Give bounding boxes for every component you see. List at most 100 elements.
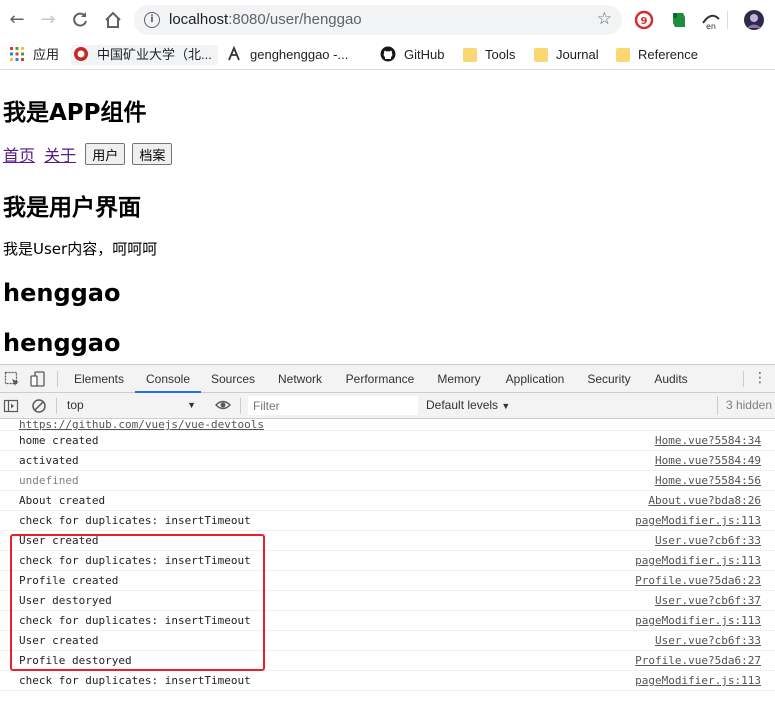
app-heading: 我是APP组件 <box>3 100 147 126</box>
tab-network[interactable]: Network <box>268 365 332 393</box>
sidebar-toggle-icon[interactable] <box>3 398 19 414</box>
console-output[interactable]: https://github.com/vuejs/vue-devtools ho… <box>0 419 775 701</box>
log-source-link[interactable]: pageModifier.js:113 <box>635 615 761 627</box>
log-source-link[interactable]: pageModifier.js:113 <box>635 675 761 687</box>
back-arrow-icon[interactable]: ← <box>5 8 29 32</box>
home-icon[interactable] <box>101 8 125 32</box>
tab-security[interactable]: Security <box>580 365 638 393</box>
bookmark-apps[interactable]: 应用 <box>9 45 59 65</box>
profile-avatar[interactable] <box>743 9 765 31</box>
profile-button[interactable]: 档案 <box>132 143 173 165</box>
bookmark-star-icon[interactable]: ☆ <box>597 9 612 29</box>
tab-application[interactable]: Application <box>496 365 574 393</box>
bookmark-tools-folder[interactable]: Tools <box>463 45 515 65</box>
extension-translate-icon[interactable]: en <box>700 9 722 31</box>
log-source-link[interactable]: pageModifier.js:113 <box>635 555 761 567</box>
web-page: 我是APP组件 首页 关于 用户 档案 我是用户界面 我是User内容，呵呵呵 … <box>0 71 775 364</box>
log-message: User destoryed <box>19 594 112 607</box>
bookmark-label: Tools <box>485 47 516 62</box>
site-logo-icon <box>228 46 240 61</box>
user-heading: 我是用户界面 <box>3 195 141 221</box>
log-source-link[interactable]: User.vue?cb6f:37 <box>655 595 761 607</box>
devtools-link[interactable]: https://github.com/vuejs/vue-devtools <box>19 419 264 431</box>
folder-icon <box>463 48 477 62</box>
bookmark-label: 应用 <box>33 47 60 62</box>
log-source-link[interactable]: Home.vue?5584:49 <box>655 455 761 467</box>
log-source-link[interactable]: Profile.vue?5da6:27 <box>635 655 761 667</box>
console-row: Profile created Profile.vue?5da6:23 <box>0 571 775 591</box>
university-logo-icon <box>74 47 88 61</box>
bookmark-label: 中国矿业大学（北... <box>97 47 212 62</box>
log-message: check for duplicates: insertTimeout <box>19 674 251 687</box>
link-about[interactable]: 关于 <box>44 146 76 165</box>
console-row: About created About.vue?bda8:26 <box>0 491 775 511</box>
toolbar-divider <box>57 371 58 387</box>
device-toolbar-icon[interactable] <box>30 371 46 387</box>
reload-icon[interactable] <box>68 8 92 32</box>
log-source-link[interactable]: About.vue?bda8:26 <box>648 495 761 507</box>
tab-console[interactable]: Console <box>135 365 201 393</box>
bookmarks-bar: 应用 中国矿业大学（北... genghenggao -... GitHub T… <box>0 40 775 70</box>
username-heading: henggao <box>3 279 121 307</box>
github-icon <box>380 46 396 62</box>
console-row: User destoryed User.vue?cb6f:37 <box>0 591 775 611</box>
log-source-link[interactable]: Home.vue?5584:34 <box>655 435 761 447</box>
context-selector[interactable]: top ▼ <box>60 396 200 415</box>
console-row: User created User.vue?cb6f:33 <box>0 531 775 551</box>
user-button[interactable]: 用户 <box>85 143 126 165</box>
log-message: Profile destoryed <box>19 654 132 667</box>
tab-performance[interactable]: Performance <box>337 365 423 393</box>
user-text: 我是User内容，呵呵呵 <box>3 240 158 258</box>
toolbar-divider <box>240 398 241 414</box>
hidden-messages-count: 3 hidden <box>716 396 772 415</box>
bookmark-cumtb[interactable]: 中国矿业大学（北... <box>71 45 218 65</box>
toolbar-divider <box>727 11 728 29</box>
bookmark-label: Journal <box>556 47 599 62</box>
log-levels-label: Default levels <box>426 398 499 412</box>
username-heading: henggao <box>3 329 121 357</box>
bookmark-reference-folder[interactable]: Reference <box>616 45 698 65</box>
log-source-link[interactable]: Profile.vue?5da6:23 <box>635 575 761 587</box>
log-source-link[interactable]: Home.vue?5584:56 <box>655 475 761 487</box>
log-source-link[interactable]: User.vue?cb6f:33 <box>655 635 761 647</box>
bookmark-journal-folder[interactable]: Journal <box>534 45 599 65</box>
folder-icon <box>534 48 548 62</box>
clear-console-icon[interactable] <box>31 398 47 414</box>
log-message: check for duplicates: insertTimeout <box>19 514 251 527</box>
bookmark-genghenggao[interactable]: genghenggao -... <box>226 45 348 65</box>
site-info-icon[interactable]: i <box>144 12 160 28</box>
log-levels-dropdown[interactable]: Default levels ▼ <box>426 396 510 415</box>
log-message: User created <box>19 534 99 547</box>
log-message: Profile created <box>19 574 119 587</box>
bookmark-label: GitHub <box>404 47 445 62</box>
console-row: https://github.com/vuejs/vue-devtools <box>0 419 775 431</box>
log-source-link[interactable]: User.vue?cb6f:33 <box>655 535 761 547</box>
tab-elements[interactable]: Elements <box>66 365 132 393</box>
url-path: :8080/user/henggao <box>228 11 362 28</box>
live-expression-eye-icon[interactable] <box>215 397 231 413</box>
bookmark-label: genghenggao -... <box>250 47 349 62</box>
extension-evernote-icon[interactable] <box>668 9 690 31</box>
log-source-link[interactable]: pageModifier.js:113 <box>635 515 761 527</box>
inspect-element-icon[interactable] <box>4 371 20 387</box>
apps-grid-icon <box>10 47 24 61</box>
svg-text:9: 9 <box>641 16 648 27</box>
browser-toolbar: ← → i localhost:8080/user/henggao ☆ 9 en <box>0 0 775 40</box>
console-row: check for duplicates: insertTimeout pageM… <box>0 511 775 531</box>
tab-audits[interactable]: Audits <box>643 365 699 393</box>
extension-opera-icon[interactable]: 9 <box>633 9 655 31</box>
console-filter-input[interactable] <box>248 396 418 415</box>
folder-icon <box>616 48 630 62</box>
dropdown-arrow-icon: ▼ <box>501 401 511 411</box>
bookmark-github[interactable]: GitHub <box>380 45 444 65</box>
link-home[interactable]: 首页 <box>3 146 35 165</box>
more-options-icon[interactable]: ⋮ <box>753 370 767 386</box>
console-row: check for duplicates: insertTimeout pageM… <box>0 671 775 691</box>
tab-sources[interactable]: Sources <box>203 365 263 393</box>
forward-arrow-icon[interactable]: → <box>36 8 60 32</box>
route-links: 首页 关于 用户 档案 <box>3 142 174 166</box>
tab-memory[interactable]: Memory <box>427 365 491 393</box>
url-text[interactable]: localhost:8080/user/henggao <box>169 11 362 29</box>
log-message: check for duplicates: insertTimeout <box>19 554 251 567</box>
address-bar[interactable]: i localhost:8080/user/henggao ☆ <box>134 5 622 35</box>
